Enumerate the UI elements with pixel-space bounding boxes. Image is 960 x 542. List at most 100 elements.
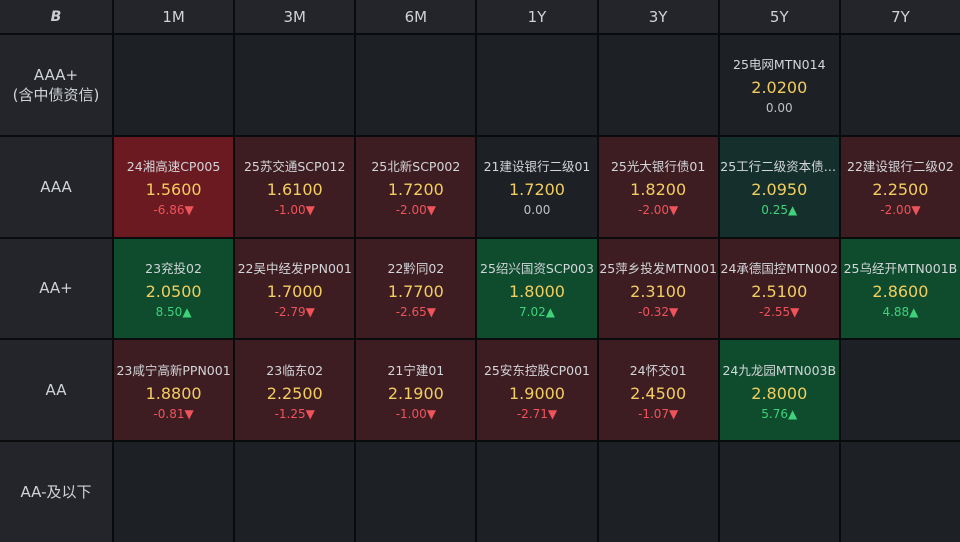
bond-change: -0.81▼	[153, 406, 194, 421]
bond-cell[interactable]: 25苏交通SCP012 1.6100 -1.00▼	[235, 136, 355, 237]
bond-cell[interactable]: 21宁建01 2.1900 -1.00▼	[356, 340, 476, 441]
bond-cell[interactable]: 24湘高速CP005 1.5600 -6.86▼	[114, 136, 234, 237]
bond-yield: 1.8800	[145, 383, 202, 403]
empty-cell	[356, 442, 476, 542]
empty-cell	[477, 35, 597, 135]
bond-cell[interactable]: 24九龙园MTN003B 2.8000 5.76▲	[719, 340, 839, 441]
bond-change: -1.00▼	[395, 406, 436, 421]
bond-change: -2.79▼	[274, 304, 315, 319]
bond-name: 23临东02	[266, 362, 324, 378]
bond-cell[interactable]: 23咸宁高新PPN001 1.8800 -0.81▼	[114, 340, 234, 441]
bond-name: 25乌经开MTN001B	[843, 260, 958, 276]
column-header-7y[interactable]: 7Y	[840, 0, 960, 33]
empty-cell	[598, 442, 718, 542]
bond-yield: 1.7700	[387, 281, 444, 301]
empty-cell	[114, 442, 234, 542]
bond-cell[interactable]: 25乌经开MTN001B 2.8600 4.88▲	[840, 238, 960, 339]
empty-cell	[840, 442, 960, 542]
empty-cell	[598, 35, 718, 135]
bond-yield: 2.3100	[630, 281, 687, 301]
empty-cell	[477, 442, 597, 542]
bond-change: -6.86▼	[153, 203, 194, 218]
bond-cell[interactable]: 25安东控股CP001 1.9000 -2.71▼	[477, 340, 597, 441]
empty-cell	[840, 35, 960, 135]
bond-change: 0.25▲	[761, 203, 798, 218]
row-header-rating: AA-及以下	[0, 442, 112, 542]
bond-change: 4.88▲	[882, 304, 919, 319]
bond-name: 23咸宁高新PPN001	[116, 362, 231, 378]
bond-cell[interactable]: 25工行二级资本债0... 2.0950 0.25▲	[719, 136, 839, 237]
bond-yield: 2.0950	[751, 180, 808, 200]
logo-icon[interactable]: B	[0, 0, 112, 33]
bond-name: 22黔同02	[387, 260, 445, 276]
row-header-rating: AAA+ (含中债资信)	[0, 35, 112, 135]
bond-name: 25光大银行债01	[610, 159, 706, 175]
bond-cell[interactable]: 22黔同02 1.7700 -2.65▼	[356, 238, 476, 339]
bond-yield: 2.8600	[872, 281, 929, 301]
bond-change: 5.76▲	[761, 406, 798, 421]
bond-yield: 1.8000	[509, 281, 565, 301]
bond-change: -2.00▼	[637, 203, 679, 218]
bond-cell[interactable]: 25北新SCP002 1.7200 -2.00▼	[356, 136, 476, 237]
bond-yield: 2.0200	[751, 78, 808, 98]
row-header-rating: AA	[0, 340, 112, 441]
bond-cell[interactable]: 24怀交01 2.4500 -1.07▼	[598, 340, 718, 441]
empty-cell	[719, 442, 839, 542]
bond-cell[interactable]: 25绍兴国资SCP003 1.8000 7.02▲	[477, 238, 597, 339]
bond-yield: 1.9000	[509, 383, 565, 403]
column-header-3y[interactable]: 3Y	[598, 0, 718, 33]
column-header-1y[interactable]: 1Y	[477, 0, 597, 33]
row-header-rating: AA+	[0, 238, 112, 339]
bond-yield: 2.4500	[630, 383, 687, 403]
bond-name: 25工行二级资本债0...	[720, 159, 839, 175]
bond-yield: 1.7200	[387, 180, 444, 200]
column-header-1m[interactable]: 1M	[114, 0, 234, 33]
bond-cell[interactable]: 22吴中经发PPN001 1.7000 -2.79▼	[235, 238, 355, 339]
bond-cell[interactable]: 24承德国控MTN002 2.5100 -2.55▼	[719, 238, 839, 339]
bond-yield: 1.8200	[630, 180, 687, 200]
bond-change: 7.02▲	[519, 304, 555, 319]
column-header-3m[interactable]: 3M	[235, 0, 355, 33]
bond-change: -0.32▼	[637, 304, 679, 319]
bond-name: 24湘高速CP005	[126, 159, 221, 175]
yield-matrix: B 1M 3M 6M 1Y 3Y 5Y 7Y AAA+ (含中债资信) 25电网MTN014 2.…	[0, 0, 960, 542]
bond-change: -1.25▼	[274, 406, 315, 421]
bond-cell[interactable]: 25电网MTN014 2.0200 0.00	[719, 35, 839, 135]
empty-cell	[356, 35, 476, 135]
bond-yield: 1.5600	[145, 180, 202, 200]
bond-name: 22吴中经发PPN001	[237, 260, 352, 276]
bond-yield: 1.6100	[266, 180, 323, 200]
bond-name: 25安东控股CP001	[483, 362, 590, 378]
bond-yield: 2.8000	[751, 383, 808, 403]
bond-name: 24承德国控MTN002	[720, 260, 839, 276]
bond-cell[interactable]: 25光大银行债01 1.8200 -2.00▼	[598, 136, 718, 237]
bond-cell[interactable]: 23临东02 2.2500 -1.25▼	[235, 340, 355, 441]
column-header-6m[interactable]: 6M	[356, 0, 476, 33]
bond-name: 21建设银行二级01	[483, 159, 591, 175]
bond-name: 25苏交通SCP012	[243, 159, 346, 175]
bond-name: 22建设银行二级02	[847, 159, 954, 175]
empty-cell	[840, 340, 960, 441]
bond-name: 25萍乡投发MTN001	[599, 260, 717, 276]
bond-cell[interactable]: 23兖投02 2.0500 8.50▲	[114, 238, 234, 339]
bond-name: 24九龙园MTN003B	[722, 362, 837, 378]
bond-yield: 2.5100	[751, 281, 808, 301]
empty-cell	[235, 442, 355, 542]
bond-name: 25北新SCP002	[371, 159, 461, 175]
bond-change: 0.00	[765, 101, 793, 116]
bond-cell[interactable]: 21建设银行二级01 1.7200 0.00	[477, 136, 597, 237]
bond-name: 25电网MTN014	[733, 57, 826, 73]
bond-yield: 2.2500	[266, 383, 323, 403]
column-header-5y[interactable]: 5Y	[719, 0, 839, 33]
empty-cell	[235, 35, 355, 135]
bond-change: -2.65▼	[395, 304, 436, 319]
bond-cell[interactable]: 25萍乡投发MTN001 2.3100 -0.32▼	[598, 238, 718, 339]
bond-change: -2.00▼	[395, 203, 436, 218]
bond-yield: 2.1900	[387, 383, 444, 403]
bond-yield: 2.0500	[145, 281, 202, 301]
bond-change: -2.55▼	[759, 304, 800, 319]
bond-cell[interactable]: 22建设银行二级02 2.2500 -2.00▼	[840, 136, 960, 237]
row-header-rating: AAA	[0, 136, 112, 237]
bond-change: 8.50▲	[155, 304, 192, 319]
bond-yield: 1.7000	[266, 281, 323, 301]
